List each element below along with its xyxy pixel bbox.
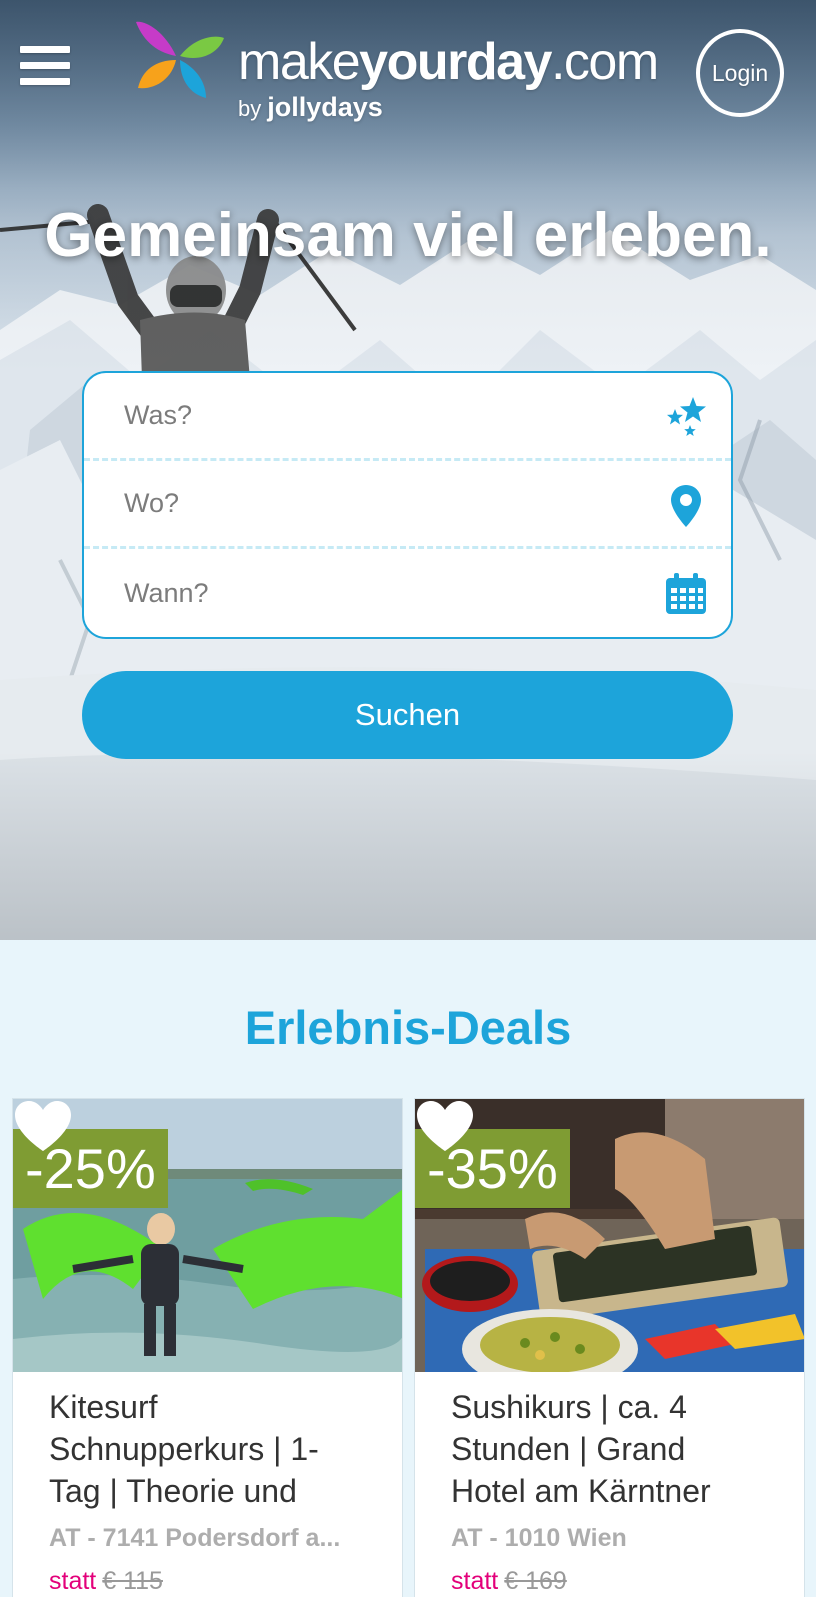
menu-icon-bar	[20, 62, 70, 69]
deal-image-sushi: -35%	[415, 1099, 804, 1372]
hamburger-menu-button[interactable]	[20, 46, 70, 86]
old-price: € 115	[102, 1567, 163, 1595]
price-prefix: statt	[451, 1567, 499, 1595]
price-prefix: statt	[49, 1567, 97, 1595]
search-form	[82, 371, 733, 639]
deal-card-body: Kitesurf Schnupperkurs | 1-Tag | Theorie…	[13, 1372, 402, 1596]
deal-price: statt € 115	[49, 1567, 364, 1596]
logo-wordmark: makeyourday.com	[238, 33, 659, 91]
search-row-where	[84, 461, 731, 549]
deal-title[interactable]: Sushikurs | ca. 4 Stunden | Grand Hotel …	[451, 1386, 766, 1512]
deal-card[interactable]: -35% Sushikurs | ca. 4 Stunden | Grand H…	[414, 1098, 805, 1597]
search-where-input[interactable]	[84, 461, 731, 546]
logo-word-make: make	[238, 33, 361, 91]
logo-word-day: day	[465, 33, 553, 91]
deal-price: statt € 169	[451, 1567, 766, 1596]
hero-section: makeyourday.com by jollydays Login Gemein…	[0, 0, 816, 940]
deal-location: AT - 7141 Podersdorf a...	[49, 1524, 341, 1552]
heart-icon[interactable]	[13, 1099, 73, 1153]
deal-location: AT - 1010 Wien	[451, 1524, 627, 1552]
logo-brand-jollydays: jollydays	[267, 92, 383, 122]
logo[interactable]: makeyourday.com by jollydays	[134, 20, 659, 124]
logo-byline: by jollydays	[238, 92, 383, 123]
search-what-input[interactable]	[84, 373, 731, 458]
old-price: € 169	[504, 1567, 567, 1595]
login-button[interactable]: Login	[696, 29, 784, 117]
logo-by-label: by	[238, 96, 262, 121]
deal-card[interactable]: -25% Kitesurf Schnupperkurs | 1-Tag | Th…	[12, 1098, 403, 1597]
deal-card-body: Sushikurs | ca. 4 Stunden | Grand Hotel …	[415, 1372, 804, 1596]
search-button-label: Suchen	[354, 697, 461, 732]
login-label: Login	[711, 59, 769, 86]
deals-title: Erlebnis-Deals	[244, 1001, 572, 1054]
hero-title: Gemeinsam viel erleben.	[44, 201, 772, 270]
search-button[interactable]: Suchen	[82, 671, 733, 759]
map-pin-icon	[671, 485, 701, 527]
logo-word-your: your	[359, 33, 467, 91]
menu-icon-bar	[20, 46, 70, 53]
logo-word-dotcom: .com	[550, 33, 659, 91]
heart-icon[interactable]	[415, 1099, 475, 1153]
search-row-when	[84, 549, 731, 637]
butterfly-logo-icon	[136, 21, 224, 98]
stars-icon	[667, 397, 706, 436]
menu-icon-bar	[20, 78, 70, 85]
calendar-icon	[666, 573, 706, 614]
deal-image-kitesurf: -25%	[13, 1099, 402, 1372]
search-row-what	[84, 373, 731, 461]
search-when-input[interactable]	[84, 549, 731, 637]
deal-title[interactable]: Kitesurf Schnupperkurs | 1-Tag | Theorie…	[49, 1386, 364, 1512]
